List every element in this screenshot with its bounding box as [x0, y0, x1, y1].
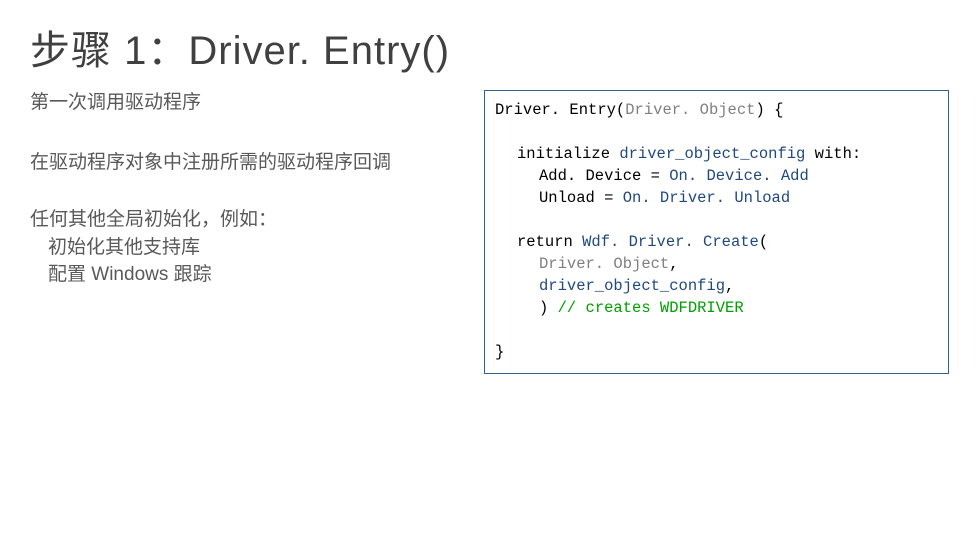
code-ondevadd: On. Device. Add: [669, 167, 809, 185]
slide-title: 步骤 1：Driver. Entry(): [30, 18, 949, 76]
code-arg2: driver_object_config: [539, 277, 725, 295]
code-with: with:: [805, 145, 861, 163]
left-column: 第一次调用驱动程序 在驱动程序对象中注册所需的驱动程序回调 任何其他全局初始化，…: [30, 90, 460, 374]
subheading: 第一次调用驱动程序: [30, 90, 460, 117]
paragraph-global-init: 任何其他全局初始化，例如： 初始化其他支持库 配置 Windows 跟踪: [30, 206, 460, 289]
paragraph-register: 在驱动程序对象中注册所需的驱动程序回调: [30, 149, 460, 177]
columns: 第一次调用驱动程序 在驱动程序对象中注册所需的驱动程序回调 任何其他全局初始化，…: [30, 90, 949, 374]
code-wdfcreate: Wdf. Driver. Create: [582, 233, 759, 251]
code-box: Driver. Entry(Driver. Object) { initiali…: [484, 90, 949, 374]
code-line-5: Unload = On. Driver. Unload: [495, 187, 938, 209]
code-line-9: driver_object_config,: [495, 275, 938, 297]
code-param: Driver. Object: [625, 101, 755, 119]
code-comma1: ,: [669, 255, 678, 273]
code-cfg: driver_object_config: [619, 145, 805, 163]
code-return: return: [517, 233, 582, 251]
code-line-8: Driver. Object,: [495, 253, 938, 275]
code-brace-open: ) {: [755, 101, 783, 119]
global-init-line-2: 初始化其他支持库: [30, 234, 460, 262]
code-line-12: }: [495, 343, 504, 361]
code-line-1: Driver. Entry(Driver. Object) {: [495, 101, 783, 119]
code-fn-name: Driver. Entry(: [495, 101, 625, 119]
global-init-line-3: 配置 Windows 跟踪: [30, 261, 460, 289]
code-line-7: return Wdf. Driver. Create(: [495, 231, 938, 253]
code-ondrvunload: On. Driver. Unload: [623, 189, 790, 207]
code-arg1: Driver. Object: [539, 255, 669, 273]
code-line-3: initialize driver_object_config with:: [495, 143, 938, 165]
code-paren-close: ): [539, 299, 558, 317]
global-init-line-1: 任何其他全局初始化，例如：: [30, 206, 460, 234]
code-comma2: ,: [725, 277, 734, 295]
code-adddev: Add. Device =: [539, 167, 669, 185]
slide: 步骤 1：Driver. Entry() 第一次调用驱动程序 在驱动程序对象中注…: [0, 0, 979, 551]
code-kw-init: initialize: [517, 145, 619, 163]
code-line-10: ) // creates WDFDRIVER: [495, 297, 938, 319]
code-comment: // creates WDFDRIVER: [558, 299, 744, 317]
right-column: Driver. Entry(Driver. Object) { initiali…: [484, 90, 949, 374]
code-unload: Unload =: [539, 189, 623, 207]
code-paren-open: (: [759, 233, 768, 251]
code-line-4: Add. Device = On. Device. Add: [495, 165, 938, 187]
